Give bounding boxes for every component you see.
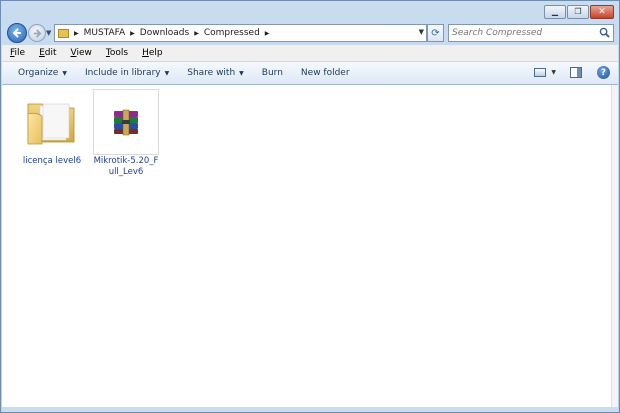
file-list-pane[interactable]: licença level6 Mikrotik-5.20_Full_Lev6 [2, 85, 611, 407]
preview-pane-icon[interactable] [570, 67, 582, 78]
menu-edit[interactable]: Edit [37, 48, 58, 58]
recent-pages-dropdown[interactable]: ▼ [46, 29, 51, 37]
menu-view[interactable]: View [69, 48, 94, 58]
title-bar[interactable]: ▁ ❐ ✕ [1, 1, 619, 20]
close-button[interactable]: ✕ [590, 5, 614, 19]
file-name: licença level6 [22, 156, 82, 166]
menu-help[interactable]: Help [140, 48, 165, 58]
view-controls: ▼ ? [534, 66, 610, 79]
view-options-dropdown-icon[interactable]: ▼ [551, 69, 556, 76]
include-in-library-button[interactable]: Include in library ▼ [76, 68, 178, 78]
forward-arrow-icon [33, 28, 41, 38]
breadcrumb-compressed[interactable]: Compressed [204, 28, 260, 38]
window-bottom-border [2, 407, 618, 412]
maximize-icon: ❐ [574, 7, 582, 16]
window-controls: ▁ ❐ ✕ [543, 5, 614, 19]
breadcrumb-separator-icon[interactable]: ▶ [265, 30, 270, 37]
address-bar[interactable]: ▶ MUSTAFA ▶ Downloads ▶ Compressed ▶ ▼ [54, 24, 427, 42]
breadcrumb-separator-icon[interactable]: ▶ [130, 30, 135, 37]
refresh-button[interactable]: ⟳ [427, 24, 444, 42]
menu-tools[interactable]: Tools [104, 48, 130, 58]
vertical-scrollbar[interactable] [611, 85, 618, 407]
folder-icon [27, 103, 75, 145]
command-bar: Organize ▼ Include in library ▼ Share with… [2, 62, 618, 85]
search-box[interactable] [448, 24, 614, 42]
chevron-down-icon: ▼ [62, 69, 67, 77]
maximize-button[interactable]: ❐ [567, 5, 589, 19]
search-icon[interactable] [599, 27, 610, 38]
forward-button[interactable] [28, 24, 46, 42]
file-item-folder[interactable]: licença level6 [19, 89, 85, 167]
organize-button[interactable]: Organize ▼ [10, 68, 76, 78]
chevron-down-icon: ▼ [239, 69, 244, 77]
breadcrumb-separator-icon[interactable]: ▶ [194, 30, 199, 37]
chevron-down-icon: ▼ [164, 69, 170, 77]
menu-file[interactable]: File [8, 48, 27, 58]
back-arrow-icon [12, 28, 21, 38]
breadcrumb-downloads[interactable]: Downloads [140, 28, 189, 38]
folder-icon [58, 28, 69, 38]
close-icon: ✕ [598, 6, 606, 17]
search-input[interactable] [452, 26, 592, 40]
new-folder-button[interactable]: New folder [292, 68, 359, 78]
breadcrumb-separator-icon[interactable]: ▶ [74, 30, 79, 37]
address-dropdown-icon[interactable]: ▼ [419, 28, 424, 36]
minimize-icon: ▁ [551, 7, 559, 16]
back-button[interactable] [7, 23, 27, 43]
share-with-button[interactable]: Share with ▼ [178, 68, 253, 78]
minimize-button[interactable]: ▁ [544, 5, 566, 19]
file-item-rar[interactable]: Mikrotik-5.20_Full_Lev6 [93, 89, 159, 178]
refresh-icon: ⟳ [431, 27, 440, 39]
breadcrumb-mustafa[interactable]: MUSTAFA [84, 28, 126, 38]
winrar-archive-icon [114, 109, 138, 136]
menu-bar: File Edit View Tools Help [2, 45, 618, 61]
file-name: Mikrotik-5.20_Full_Lev6 [93, 156, 159, 177]
change-view-icon[interactable] [534, 68, 547, 77]
navigation-row: ▼ ▶ MUSTAFA ▶ Downloads ▶ Compressed ▶ ▼… [1, 21, 619, 45]
explorer-window: ▁ ❐ ✕ ▼ ▶ MUSTAFA ▶ Downloads ▶ Compress… [0, 0, 620, 413]
help-icon[interactable]: ? [597, 66, 610, 79]
burn-button[interactable]: Burn [253, 68, 292, 78]
